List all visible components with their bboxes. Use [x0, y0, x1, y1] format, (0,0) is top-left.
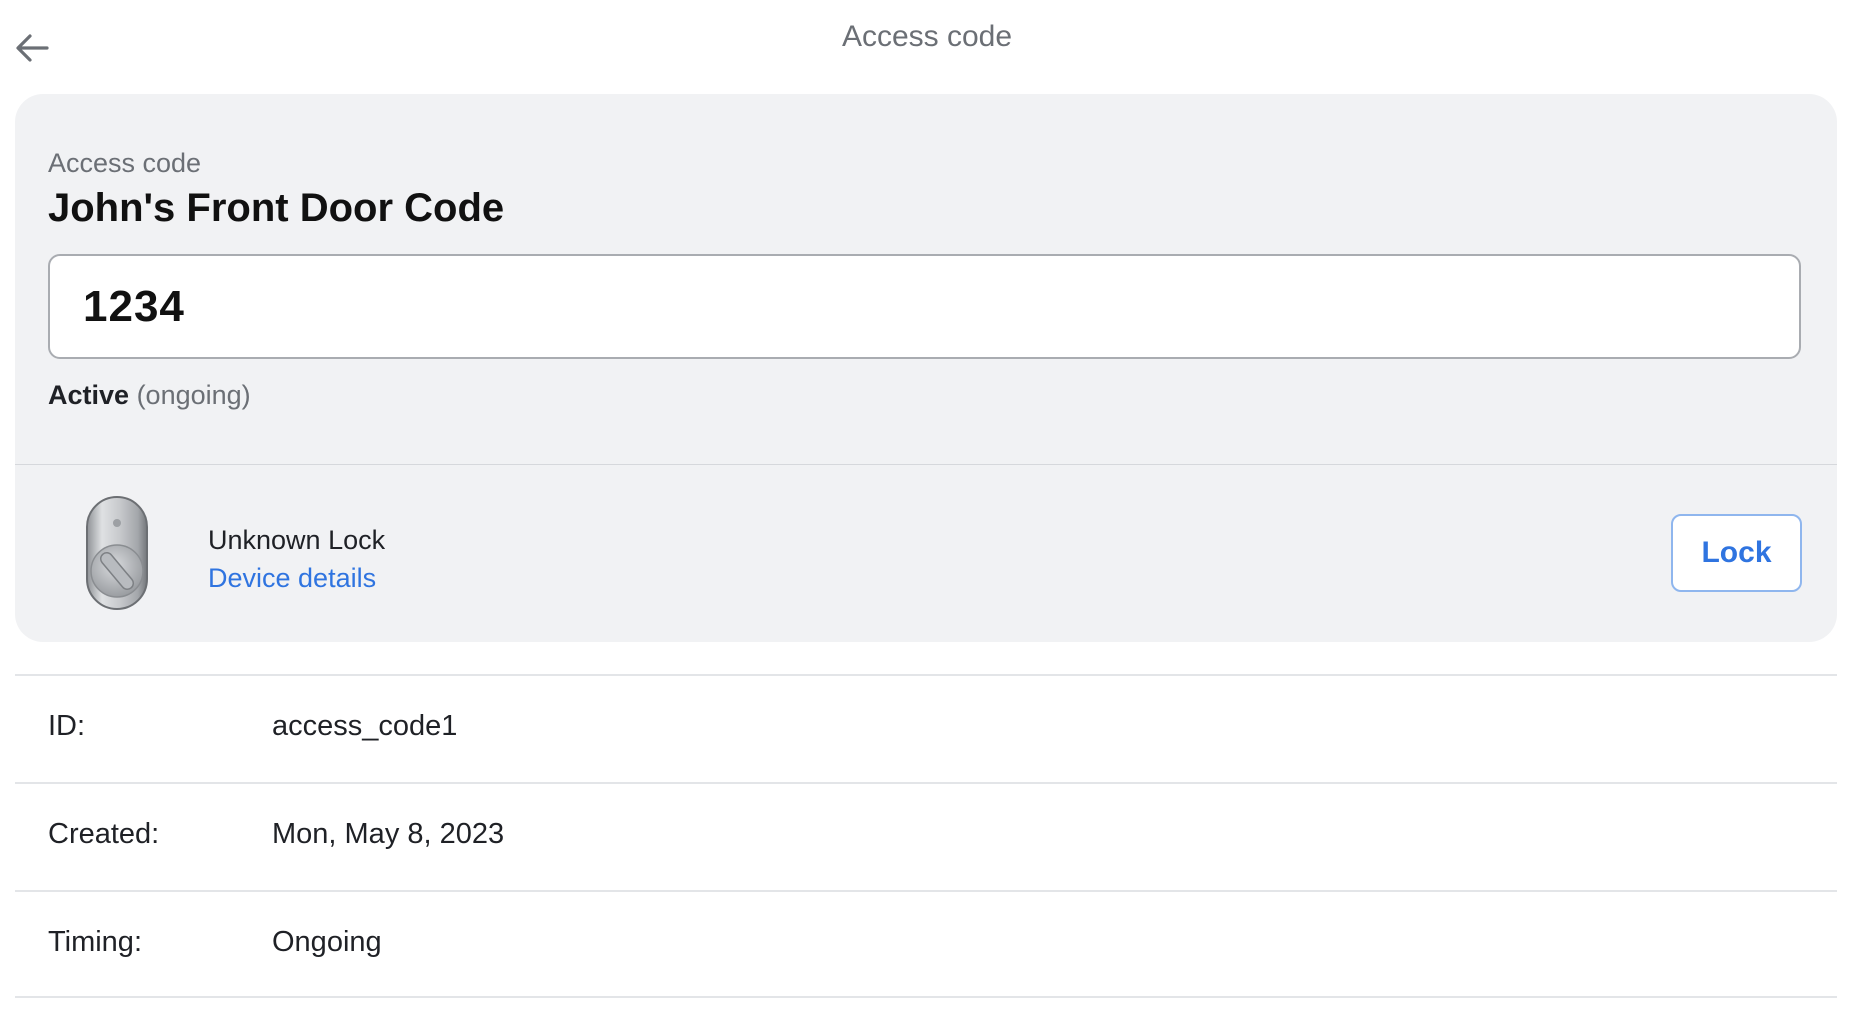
top-bar: Access code: [0, 0, 1854, 84]
detail-row-id: ID: access_code1: [15, 674, 1837, 782]
lock-button[interactable]: Lock: [1671, 514, 1802, 592]
page-title: Access code: [841, 20, 1013, 53]
status-detail: (ongoing): [136, 380, 251, 410]
detail-key: ID:: [48, 710, 86, 742]
status-line: Active (ongoing): [48, 380, 251, 411]
detail-key: Created:: [48, 818, 160, 850]
access-code-page: Access code Access code John's Front Doo…: [0, 0, 1854, 1012]
code-value: 1234: [83, 281, 185, 331]
smart-lock-icon: [86, 496, 148, 610]
detail-value: Ongoing: [272, 926, 382, 958]
card-label: Access code: [48, 148, 202, 178]
status-label: Active: [48, 380, 130, 410]
device-name: Unknown Lock: [208, 525, 386, 555]
access-code-name: John's Front Door Code: [48, 186, 505, 230]
detail-key: Timing:: [48, 926, 142, 958]
access-code-card: Access code John's Front Door Code 1234 …: [15, 94, 1837, 642]
device-row: Unknown Lock Device details Lock: [15, 465, 1837, 642]
detail-row-created: Created: Mon, May 8, 2023: [15, 782, 1837, 890]
detail-value: access_code1: [272, 710, 458, 742]
detail-row-timing: Timing: Ongoing: [15, 890, 1837, 998]
details-list: ID: access_code1 Created: Mon, May 8, 20…: [15, 674, 1837, 998]
code-display: 1234: [48, 254, 1801, 359]
detail-value: Mon, May 8, 2023: [272, 818, 505, 850]
device-details-link[interactable]: Device details: [208, 563, 376, 594]
code-summary: Access code John's Front Door Code 1234 …: [15, 94, 1837, 464]
